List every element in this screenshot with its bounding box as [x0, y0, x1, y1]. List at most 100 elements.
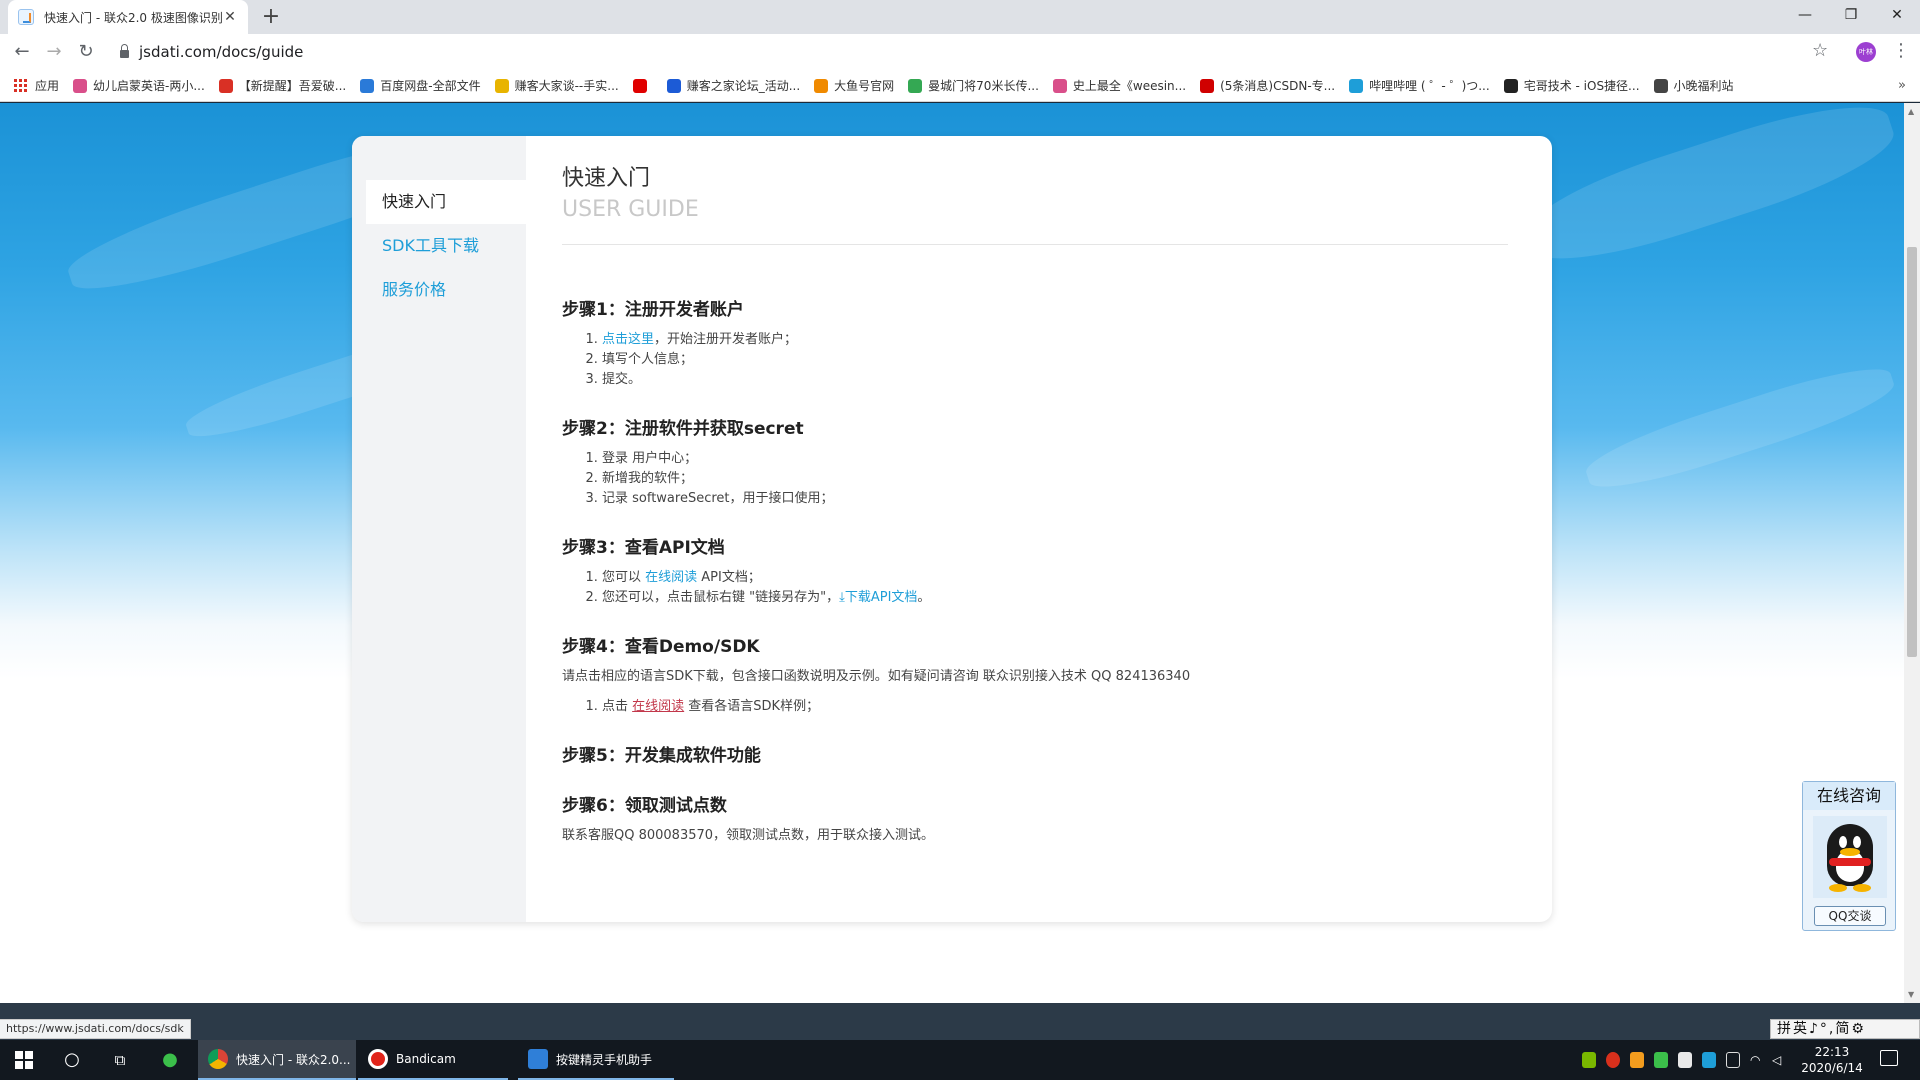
sdk-read-online-link[interactable]: 在线阅读: [632, 699, 684, 714]
list-item: 点击这里，开始注册开发者账户；: [602, 330, 1508, 350]
background-streak: [1516, 103, 1904, 280]
volume-icon[interactable]: ◁: [1772, 1052, 1786, 1068]
qq-consult-widget[interactable]: 在线咨询 QQ交谈: [1802, 781, 1896, 931]
scroll-down-icon[interactable]: ▼: [1908, 990, 1914, 999]
bookmark-apps[interactable]: 应用: [14, 77, 59, 94]
list-item: 登录 用户中心；: [602, 449, 1508, 469]
address-bar[interactable]: jsdati.com/docs/guide: [108, 38, 1826, 66]
step-2: 步骤2：注册软件并获取secret 登录 用户中心； 新增我的软件； 记录 so…: [562, 418, 1508, 509]
keyboard-tray-icon[interactable]: [1678, 1052, 1692, 1068]
taskbar-item-bandicam[interactable]: Bandicam: [358, 1040, 508, 1080]
battery-icon[interactable]: [1726, 1052, 1740, 1068]
ime-toolbar[interactable]: 拼英♪°,简⚙: [1770, 1019, 1920, 1039]
taskbar-item-chrome[interactable]: 快速入门 - 联众2.0...: [198, 1040, 356, 1080]
wechat-icon[interactable]: ●: [146, 1040, 194, 1080]
bookmark-star-icon[interactable]: ☆: [1812, 40, 1828, 61]
search-icon[interactable]: ○: [48, 1040, 96, 1080]
bookmark-favicon-icon: [666, 78, 681, 93]
register-link[interactable]: 点击这里: [602, 332, 654, 347]
bookmark-favicon-icon: [814, 78, 829, 93]
bookmark-item[interactable]: 大鱼号官网: [814, 77, 894, 94]
step-heading: 步骤4：查看Demo/SDK: [562, 637, 760, 657]
url-text: jsdati.com/docs/guide: [139, 43, 304, 61]
profile-avatar[interactable]: 叶林: [1856, 42, 1876, 62]
bookmark-favicon-icon: [494, 78, 509, 93]
bookmark-item[interactable]: 幼儿启蒙英语-两小...: [73, 77, 205, 94]
page-footer-band: [0, 1003, 1920, 1040]
bookmark-favicon-icon: [908, 78, 923, 93]
qq-chat-button[interactable]: QQ交谈: [1814, 906, 1886, 926]
step-heading: 步骤3：查看API文档: [562, 538, 725, 558]
bookmark-favicon-icon: [1200, 78, 1215, 93]
browser-toolbar: ← → ↻ jsdati.com/docs/guide ☆ 叶林 ⋮: [0, 34, 1920, 70]
bookmark-item[interactable]: [632, 78, 653, 93]
taskbar-item-keyassistant[interactable]: 按键精灵手机助手: [518, 1040, 674, 1080]
qq-penguin-icon: [1813, 816, 1887, 898]
system-clock[interactable]: 22:13 2020/6/14: [1794, 1044, 1870, 1076]
bookmark-item[interactable]: 哔哩哔哩 ( ゜- ゜)つ...: [1349, 77, 1490, 94]
scroll-up-icon[interactable]: ▲: [1908, 107, 1914, 116]
scroll-thumb[interactable]: [1907, 247, 1917, 657]
bookmark-favicon-icon: [1503, 78, 1518, 93]
step-description: 请点击相应的语言SDK下载，包含接口函数说明及示例。如有疑问请咨询 联众识别接入…: [562, 669, 1191, 684]
bookmark-item[interactable]: 百度网盘-全部文件: [360, 77, 481, 94]
bandicam-tray-icon[interactable]: [1606, 1052, 1620, 1068]
step-3: 步骤3：查看API文档 您可以 在线阅读 API文档； 您还可以，点击鼠标右键 …: [562, 537, 1508, 608]
page-scrollbar[interactable]: ▲ ▼: [1904, 103, 1920, 1003]
title-divider: [562, 244, 1508, 245]
restore-button[interactable]: ❐: [1828, 0, 1874, 30]
browser-tab[interactable]: 快速入门 - 联众2.0 极速图像识别 ✕: [8, 0, 248, 34]
sidebar-item-pricing[interactable]: 服务价格: [352, 268, 526, 312]
bookmark-favicon-icon: [632, 78, 647, 93]
docs-sidebar: 快速入门 SDK工具下载 服务价格: [352, 136, 526, 922]
task-view-icon[interactable]: ⧉: [96, 1040, 144, 1080]
guide-content: 快速入门 USER GUIDE 步骤1：注册开发者账户 点击这里，开始注册开发者…: [562, 164, 1508, 846]
bookmark-item[interactable]: 赚客之家论坛_活动...: [666, 77, 800, 94]
qq-tray-icon[interactable]: [1702, 1052, 1716, 1068]
sidebar-item-sdk-download[interactable]: SDK工具下载: [352, 224, 526, 268]
wechat-tray-icon[interactable]: [1654, 1052, 1668, 1068]
step-description: 联系客服QQ 800083570，领取测试点数，用于联众接入测试。: [562, 828, 935, 843]
forward-button[interactable]: →: [42, 40, 66, 64]
qq-widget-title: 在线咨询: [1803, 782, 1895, 810]
step-heading: 步骤6：领取测试点数: [562, 796, 727, 816]
sidebar-item-quickstart[interactable]: 快速入门: [366, 180, 526, 224]
record-icon: [368, 1049, 388, 1069]
wifi-icon[interactable]: ◠: [1750, 1052, 1764, 1068]
bookmark-item[interactable]: 【新提醒】吾爱破...: [218, 77, 346, 94]
list-item: 您还可以，点击鼠标右键 "链接另存为"，⤓下载API文档。: [602, 588, 1508, 608]
browser-menu-icon[interactable]: ⋮: [1892, 40, 1910, 61]
nvidia-tray-icon[interactable]: [1582, 1052, 1596, 1068]
page-title: 快速入门: [562, 166, 651, 191]
step-heading: 步骤5：开发集成软件功能: [562, 746, 761, 766]
app-tray-icon[interactable]: [1630, 1052, 1644, 1068]
close-window-button[interactable]: ✕: [1874, 0, 1920, 30]
windows-taskbar: ○ ⧉ ● 快速入门 - 联众2.0... Bandicam 按键精灵手机助手 …: [0, 1040, 1920, 1080]
start-button[interactable]: [0, 1040, 48, 1080]
new-tab-button[interactable]: +: [258, 4, 284, 30]
step-heading: 步骤1：注册开发者账户: [562, 300, 744, 320]
api-download-link[interactable]: 下载API文档: [845, 590, 918, 605]
notification-center-icon[interactable]: [1880, 1050, 1898, 1066]
bookmark-favicon-icon: [360, 78, 375, 93]
tab-title: 快速入门 - 联众2.0 极速图像识别: [44, 10, 222, 25]
windows-logo-icon: [15, 1051, 33, 1069]
bookmarks-overflow-icon[interactable]: »: [1898, 78, 1906, 93]
bookmark-item[interactable]: (5条消息)CSDN-专...: [1200, 77, 1335, 94]
back-button[interactable]: ←: [10, 40, 34, 64]
apps-grid-icon: [14, 79, 27, 92]
bookmark-item[interactable]: 小晚福利站: [1653, 77, 1734, 94]
bookmark-item[interactable]: 宅哥技术 - iOS捷径...: [1503, 77, 1640, 94]
minimize-button[interactable]: —: [1782, 0, 1828, 30]
bookmark-item[interactable]: 赚客大家谈--手实...: [494, 77, 619, 94]
step-5: 步骤5：开发集成软件功能: [562, 745, 1508, 767]
tab-close-icon[interactable]: ✕: [222, 9, 238, 25]
api-read-online-link[interactable]: 在线阅读: [645, 570, 697, 585]
bookmark-favicon-icon: [1349, 78, 1364, 93]
reload-button[interactable]: ↻: [74, 40, 98, 64]
bookmark-favicon-icon: [1653, 78, 1668, 93]
bookmark-item[interactable]: 史上最全《weesin...: [1052, 77, 1186, 94]
monitor-icon: [528, 1049, 548, 1069]
bookmark-item[interactable]: 曼城门将70米长传...: [908, 77, 1039, 94]
list-item: 记录 softwareSecret，用于接口使用；: [602, 489, 1508, 509]
